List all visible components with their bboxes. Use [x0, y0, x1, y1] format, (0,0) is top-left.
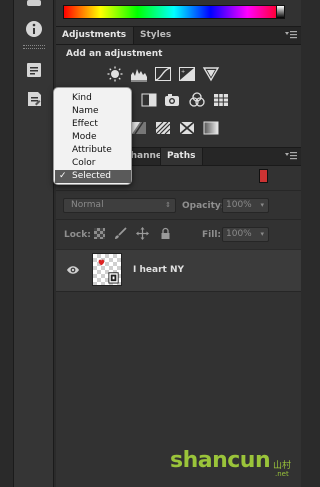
brightness-contrast-icon[interactable]: [106, 66, 124, 82]
menu-item-selected[interactable]: ✓ Selected: [55, 170, 131, 183]
curves-icon[interactable]: [154, 66, 172, 82]
heart-icon: [98, 259, 105, 266]
layer-name[interactable]: I heart NY: [133, 265, 184, 275]
menu-item-effect[interactable]: Effect: [55, 118, 131, 131]
left-gutter: [0, 0, 14, 487]
adjustments-heading: Add an adjustment: [66, 49, 163, 59]
black-white-icon[interactable]: [140, 92, 158, 108]
threshold-icon[interactable]: [130, 120, 148, 136]
info-icon[interactable]: [24, 19, 44, 39]
selective-color-icon[interactable]: [178, 120, 196, 136]
fill-chevron-icon: ▾: [260, 230, 264, 238]
lock-position-icon[interactable]: [136, 227, 149, 240]
layer-filter-type-menu: Kind Name Effect Mode Attribute Color ✓ …: [53, 87, 132, 185]
gradient-fill-icon[interactable]: [202, 120, 220, 136]
exposure-icon[interactable]: +: [178, 66, 196, 82]
fill-value: 100%: [226, 229, 252, 239]
fill-label: Fill:: [202, 230, 222, 240]
levels-icon[interactable]: [130, 66, 148, 82]
dock-grip[interactable]: [23, 45, 45, 49]
menu-item-attribute[interactable]: Attribute: [55, 144, 131, 157]
lock-transparent-pixels-icon[interactable]: [94, 228, 105, 239]
svg-text:+: +: [181, 69, 185, 75]
notes-panel-icon[interactable]: [24, 60, 44, 80]
color-lookup-icon[interactable]: [212, 92, 230, 108]
layer-filter-toggle[interactable]: [259, 169, 268, 183]
menu-item-mode[interactable]: Mode: [55, 131, 131, 144]
menu-item-name[interactable]: Name: [55, 105, 131, 118]
blend-mode-value: Normal: [71, 200, 104, 210]
opacity-value: 100%: [226, 200, 252, 210]
gradient-map-icon[interactable]: [154, 120, 172, 136]
adjustments-tab-bar: Adjustments Styles: [56, 26, 301, 45]
select-arrows-icon: ⇕: [165, 201, 171, 209]
divider: [56, 190, 301, 191]
opacity-field[interactable]: 100% ▾: [222, 198, 269, 213]
photo-filter-icon[interactable]: [164, 92, 182, 108]
grayscale-ramp[interactable]: [276, 5, 285, 19]
paragraph-styles-icon[interactable]: [24, 89, 44, 109]
checkmark-icon: ✓: [59, 171, 67, 181]
lock-image-pixels-icon[interactable]: [114, 227, 127, 240]
brush-presets-icon[interactable]: [24, 0, 44, 20]
color-spectrum-ramp[interactable]: [63, 5, 285, 19]
watermark-domain-text: .net: [275, 470, 289, 478]
panel-menu-icon[interactable]: [285, 31, 297, 39]
lock-all-icon[interactable]: [160, 227, 171, 240]
tab-paths[interactable]: Paths: [160, 148, 203, 165]
divider: [56, 219, 301, 220]
panel-dock: [14, 0, 54, 487]
layer-visibility-eye-icon[interactable]: [66, 264, 80, 276]
opacity-label: Opacity:: [182, 201, 225, 211]
channel-mixer-icon[interactable]: [188, 92, 206, 108]
vibrance-icon[interactable]: [202, 66, 220, 82]
menu-item-color[interactable]: Color: [55, 157, 131, 170]
blend-mode-select[interactable]: Normal ⇕: [63, 198, 176, 213]
tab-styles[interactable]: Styles: [134, 27, 177, 44]
opacity-chevron-icon: ▾: [260, 201, 264, 209]
fill-field[interactable]: 100% ▾: [222, 227, 269, 242]
watermark: shancun 山村 .net: [170, 448, 300, 484]
menu-item-selected-label: Selected: [72, 171, 112, 181]
watermark-text: shancun: [170, 448, 271, 473]
lock-label: Lock:: [64, 230, 91, 240]
menu-item-kind[interactable]: Kind: [55, 92, 131, 105]
layer-thumbnail[interactable]: [92, 253, 122, 286]
layers-panel-menu-icon[interactable]: [285, 152, 297, 160]
tab-adjustments[interactable]: Adjustments: [56, 27, 134, 44]
